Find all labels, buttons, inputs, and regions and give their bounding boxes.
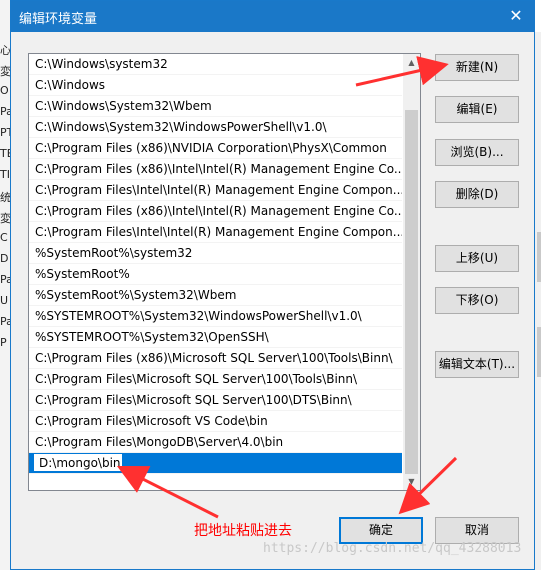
move-down-button[interactable]: 下移(O) — [435, 287, 519, 314]
path-list-item[interactable]: C:\Program Files\MongoDB\Server\4.0\bin — [29, 432, 402, 453]
ok-button[interactable]: 确定 — [339, 517, 423, 544]
new-button[interactable]: 新建(N) — [435, 54, 519, 81]
edit-button[interactable]: 编辑(E) — [435, 96, 519, 123]
path-list-item-selected[interactable]: D:\mongo\bin — [29, 453, 402, 474]
path-list[interactable]: C:\Windows\system32 C:\Windows C:\Windows\… — [28, 53, 421, 491]
close-icon[interactable]: ✕ — [504, 5, 528, 27]
path-list-item[interactable]: C:\Windows\System32\Wbem — [29, 96, 402, 117]
background-text-fragment: TI — [0, 168, 10, 181]
scrollbar-thumb[interactable] — [405, 110, 418, 474]
path-list-item[interactable]: C:\Program Files\Intel\Intel(R) Manageme… — [29, 222, 402, 243]
path-list-item[interactable]: %SystemRoot% — [29, 264, 402, 285]
scroll-down-icon[interactable]: ▼ — [403, 473, 420, 490]
background-window-right — [535, 32, 541, 570]
path-list-item[interactable]: C:\Program Files (x86)\Microsoft SQL Ser… — [29, 348, 402, 369]
path-list-item[interactable]: C:\Program Files (x86)\Intel\Intel(R) Ma… — [29, 201, 402, 222]
annotation-text: 把地址粘贴进去 — [194, 523, 292, 539]
background-text-fragment: O — [0, 84, 9, 97]
path-list-item[interactable]: C:\Windows\system32 — [29, 54, 402, 75]
path-list-item[interactable]: %SYSTEMROOT%\System32\WindowsPowerShell\… — [29, 306, 402, 327]
path-list-item[interactable]: %SystemRoot%\System32\Wbem — [29, 285, 402, 306]
edit-env-var-dialog: 编辑环境变量 ✕ C:\Windows\system32 C:\Windows C:… — [10, 0, 535, 570]
move-up-button[interactable]: 上移(U) — [435, 245, 519, 272]
path-list-item[interactable]: C:\Program Files (x86)\NVIDIA Corporatio… — [29, 138, 402, 159]
cancel-button[interactable]: 取消 — [435, 517, 519, 544]
background-mark — [537, 232, 541, 282]
title-bar[interactable]: 编辑环境变量 ✕ — [11, 1, 534, 32]
background-text-fragment: U — [0, 294, 9, 307]
path-rows: C:\Windows\system32 C:\Windows C:\Windows\… — [29, 54, 402, 474]
background-text-fragment: C — [0, 231, 8, 244]
path-list-item[interactable]: C:\Windows\System32\WindowsPowerShell\v1… — [29, 117, 402, 138]
scrollbar[interactable]: ▲ ▼ — [403, 54, 420, 490]
dialog-title: 编辑环境变量 — [19, 12, 98, 27]
delete-button[interactable]: 删除(D) — [435, 181, 519, 208]
path-list-item[interactable]: %SYSTEMROOT%\System32\OpenSSH\ — [29, 327, 402, 348]
path-list-item[interactable]: C:\Program Files\Microsoft VS Code\bin — [29, 411, 402, 432]
path-list-item[interactable]: %SystemRoot%\system32 — [29, 243, 402, 264]
path-list-item[interactable]: C:\Program Files\Microsoft SQL Server\10… — [29, 390, 402, 411]
path-list-item[interactable]: C:\Program Files (x86)\Intel\Intel(R) Ma… — [29, 159, 402, 180]
path-list-item[interactable]: C:\Program Files\Microsoft SQL Server\10… — [29, 369, 402, 390]
edit-text-button[interactable]: 编辑文本(T)... — [435, 351, 519, 378]
background-mark — [537, 327, 541, 377]
watermark: https://blog.csdn.net/qq_43288013 — [263, 541, 522, 556]
path-edit-input[interactable]: D:\mongo\bin — [33, 453, 123, 472]
background-text-fragment: P — [0, 336, 7, 349]
scroll-up-icon[interactable]: ▲ — [403, 54, 420, 71]
path-list-item[interactable]: C:\Program Files\Intel\Intel(R) Manageme… — [29, 180, 402, 201]
path-list-item[interactable]: C:\Windows — [29, 75, 402, 96]
background-text-fragment: D — [0, 252, 9, 265]
browse-button[interactable]: 浏览(B)... — [435, 139, 519, 166]
